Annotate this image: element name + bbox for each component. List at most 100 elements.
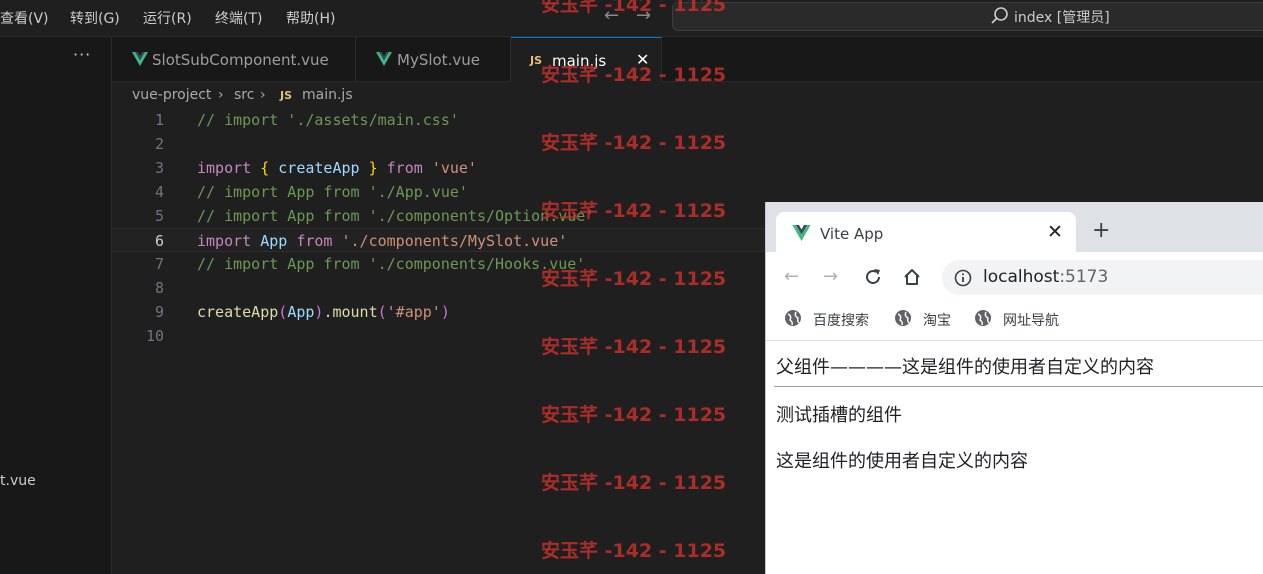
explorer-file-item[interactable]: t.vue [0,473,36,489]
code-text: createApp(App).mount('#app') [197,300,450,324]
command-center-text: index [管理员] [1014,10,1110,26]
page-component-title: 测试插槽的组件 [776,405,902,426]
line-number: 9 [154,303,164,321]
code-token: from [296,232,333,250]
explorer-sidebar: ··· t.vue [0,37,112,574]
close-icon[interactable]: ✕ [636,50,649,69]
code-token: ( [278,303,288,321]
globe-icon [974,309,992,331]
code-token: createApp [197,303,279,321]
code-line[interactable]: 2 [112,132,1263,156]
back-arrow-icon[interactable]: ← [784,266,799,287]
tab-main-js[interactable]: JS main.js ✕ [511,37,662,82]
menu-view[interactable]: 查看(V) [0,8,49,28]
code-token: from [386,159,423,177]
line-number: 8 [154,279,164,297]
code-line[interactable]: 3 import { createApp } from 'vue' [112,156,1263,180]
menu-run[interactable]: 运行(R) [143,8,192,28]
code-token: 'vue' [431,159,477,177]
tab-label: main.js [552,52,607,70]
chevron-right-icon: › [218,87,224,103]
line-number: 3 [154,159,164,177]
vue-icon [376,52,392,70]
menu-terminal[interactable]: 终端(T) [215,8,262,28]
tab-label: MySlot.vue [397,51,480,69]
browser-tab-title: Vite App [820,225,884,243]
editor-tabs: SlotSubComponent.vue MySlot.vue JS main.… [112,37,1263,82]
code-text: // import './assets/main.css' [197,108,459,132]
address-url: localhost:5173 [983,267,1109,287]
new-tab-button[interactable]: + [1092,218,1110,243]
vue-icon [132,52,148,70]
code-token: App [287,303,315,321]
close-icon[interactable]: ✕ [1047,221,1063,243]
back-arrow-icon[interactable]: ← [604,5,619,26]
breadcrumb-root[interactable]: vue-project [132,87,211,103]
code-token: '#app' [386,303,441,321]
code-text: import App from './components/MySlot.vue… [197,229,567,253]
code-token: App [260,232,288,250]
search-icon [990,6,1010,30]
reload-icon[interactable] [863,267,883,291]
home-icon[interactable] [902,267,922,291]
menu-goto[interactable]: 转到(G) [70,8,120,28]
page-divider [774,386,1263,387]
bookmark-taobao[interactable]: 淘宝 [923,310,951,330]
code-line[interactable]: 4 // import App from './App.vue' [112,180,1263,204]
page-slot-content: 这是组件的使用者自定义的内容 [776,451,1028,472]
code-text: // import App from './components/Option.… [197,204,594,228]
command-center[interactable] [672,2,1263,31]
globe-icon [784,309,802,331]
code-token: } [368,159,378,177]
page-parent-text: 父组件————这是组件的使用者自定义的内容 [776,357,1154,378]
code-token: ) [440,303,450,321]
forward-arrow-icon[interactable]: → [636,5,651,26]
code-token: ( [377,303,387,321]
tab-label: SlotSubComponent.vue [152,51,329,69]
code-token: // import './assets/main.css' [197,111,459,129]
more-actions-icon[interactable]: ··· [73,45,91,64]
chevron-right-icon: › [260,87,266,103]
vite-vue-icon [792,225,811,245]
line-number: 10 [145,327,164,345]
code-token: createApp [278,159,360,177]
code-token: // import App from './components/Option.… [197,207,595,225]
line-number: 1 [154,111,164,129]
browser-tab[interactable]: Vite App ✕ [776,212,1076,253]
line-number: 6 [154,232,164,250]
site-info-icon[interactable] [954,269,972,291]
breadcrumb-folder[interactable]: src [234,87,254,103]
line-number: 7 [154,255,164,273]
code-token: // import App from './App.vue' [197,183,468,201]
code-text: // import App from './components/Hooks.v… [197,252,585,276]
forward-arrow-icon[interactable]: → [823,266,838,287]
code-token: // import App from './components/Hooks.v… [197,255,586,273]
code-token: { [260,159,270,177]
globe-icon [894,309,912,331]
browser-window: Vite App ✕ + ← → localhost:5173 百度搜索 淘宝 … [765,202,1263,574]
line-number: 5 [154,207,164,225]
code-token: mount [332,303,378,321]
tab-slotsubcomponent[interactable]: SlotSubComponent.vue [112,37,356,81]
bookmark-baidu[interactable]: 百度搜索 [813,310,869,330]
menu-help[interactable]: 帮助(H) [286,8,335,28]
js-icon: JS [280,89,293,102]
line-number: 2 [154,135,164,153]
code-token: import [197,232,252,250]
title-bar: 查看(V) 转到(G) 运行(R) 终端(T) 帮助(H) ← → index … [0,0,1263,37]
js-icon: JS [530,54,543,67]
breadcrumb-file[interactable]: main.js [302,87,353,103]
line-number: 4 [154,183,164,201]
code-line[interactable]: 1 // import './assets/main.css' [112,108,1263,132]
tab-myslot[interactable]: MySlot.vue [356,37,511,81]
bookmark-nav[interactable]: 网址导航 [1003,310,1059,330]
code-text: import { createApp } from 'vue' [197,156,477,180]
